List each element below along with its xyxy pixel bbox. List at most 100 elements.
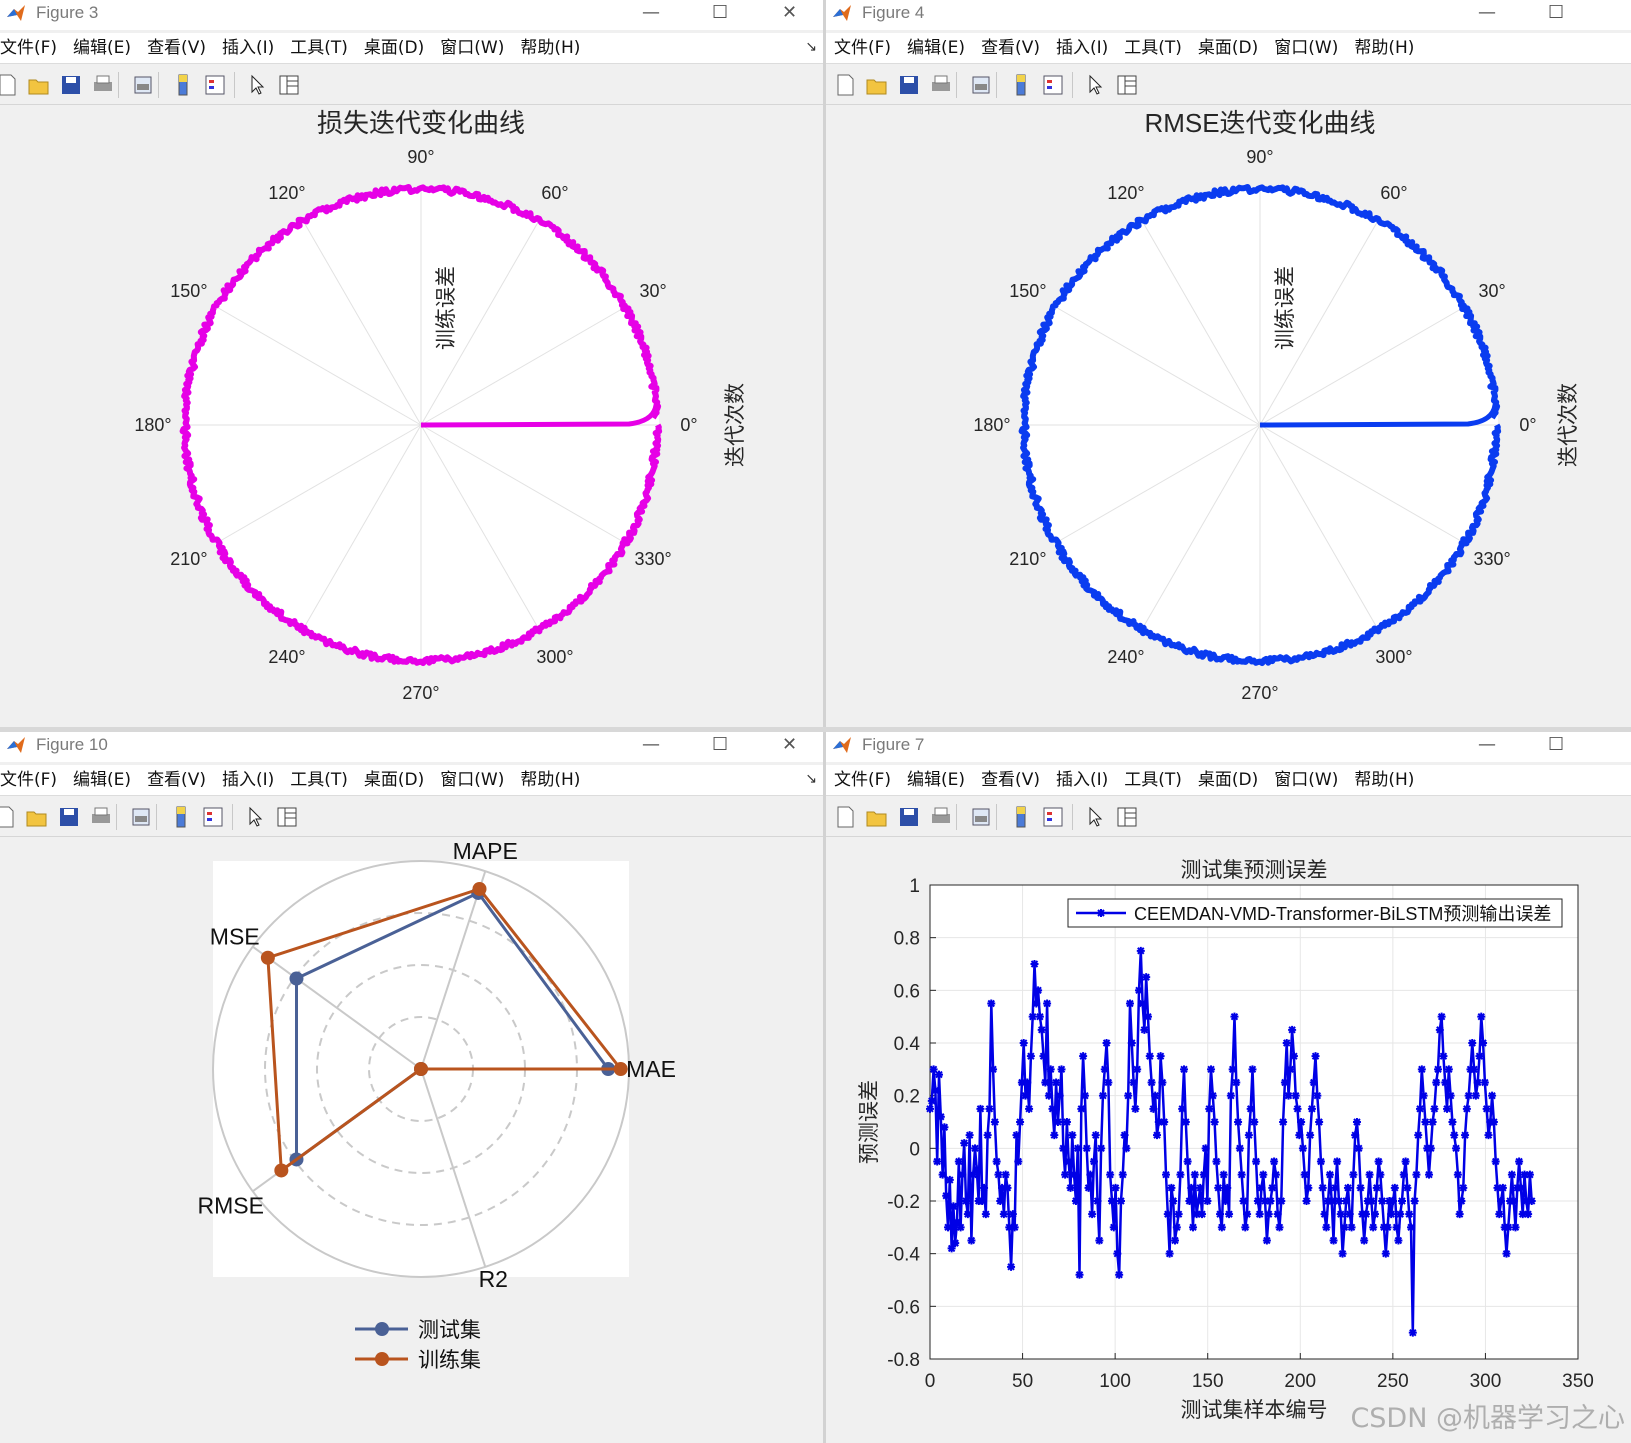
menu-tools[interactable]: 工具(T) [1116, 33, 1190, 63]
title-bar[interactable]: Figure 4 — ☐ [826, 0, 1631, 30]
save-icon[interactable] [896, 72, 922, 98]
maximize-icon[interactable]: ☐ [1548, 734, 1564, 755]
menu-window[interactable]: 窗口(W) [1266, 765, 1346, 795]
menu-window[interactable]: 窗口(W) [432, 33, 512, 63]
new-figure-icon[interactable] [0, 804, 18, 830]
menu-file[interactable]: 文件(F) [826, 33, 899, 63]
menu-view[interactable]: 查看(V) [973, 33, 1048, 63]
edit-plot-arrow-icon[interactable] [242, 804, 268, 830]
error-point [1219, 1170, 1228, 1179]
title-bar[interactable]: Figure 7 — ☐ [826, 732, 1631, 762]
error-point [945, 1175, 954, 1184]
print-preview-icon[interactable] [968, 72, 994, 98]
menu-window[interactable]: 窗口(W) [432, 765, 512, 795]
menu-view[interactable]: 查看(V) [139, 765, 214, 795]
title-bar[interactable]: Figure 10 — ☐ ✕ [0, 732, 823, 762]
maximize-icon[interactable]: ☐ [712, 2, 728, 23]
maximize-icon[interactable]: ☐ [1548, 2, 1564, 23]
open-file-icon[interactable] [24, 804, 50, 830]
open-file-icon[interactable] [864, 72, 890, 98]
legend-icon[interactable] [202, 72, 228, 98]
error-point [1524, 1210, 1533, 1219]
print-icon[interactable] [88, 804, 114, 830]
menu-file[interactable]: 文件(F) [826, 765, 899, 795]
property-inspector-icon[interactable] [1114, 72, 1140, 98]
menu-desktop[interactable]: 桌面(D) [356, 33, 432, 63]
new-figure-icon[interactable] [0, 72, 20, 98]
menu-file[interactable]: 文件(F) [0, 33, 65, 63]
legend-icon[interactable] [1040, 804, 1066, 830]
menu-insert[interactable]: 插入(I) [1048, 33, 1116, 63]
figure-toolbar [0, 66, 823, 105]
open-file-icon[interactable] [26, 72, 52, 98]
menu-window[interactable]: 窗口(W) [1266, 33, 1346, 63]
error-point [1181, 1118, 1190, 1126]
save-icon[interactable] [896, 804, 922, 830]
print-icon[interactable] [90, 72, 116, 98]
menu-desktop[interactable]: 桌面(D) [1190, 765, 1266, 795]
menu-desktop[interactable]: 桌面(D) [1190, 33, 1266, 63]
maximize-icon[interactable]: ☐ [712, 734, 728, 755]
menu-edit[interactable]: 编辑(E) [65, 33, 139, 63]
menu-edit[interactable]: 编辑(E) [65, 765, 139, 795]
menu-file[interactable]: 文件(F) [0, 765, 65, 795]
colorbar-icon[interactable] [1008, 72, 1034, 98]
horizontal-divider[interactable] [0, 727, 1631, 732]
vertical-divider[interactable] [823, 0, 826, 1443]
error-point [1304, 1183, 1313, 1192]
legend-icon[interactable] [1040, 72, 1066, 98]
title-bar[interactable]: Figure 3 — ☐ ✕ [0, 0, 823, 30]
edit-plot-arrow-icon[interactable] [1082, 804, 1108, 830]
minimize-icon[interactable]: — [1478, 734, 1496, 755]
print-icon[interactable] [928, 804, 954, 830]
menu-desktop[interactable]: 桌面(D) [356, 765, 432, 795]
minimize-icon[interactable]: — [642, 2, 660, 23]
print-preview-icon[interactable] [128, 804, 154, 830]
new-figure-icon[interactable] [832, 72, 858, 98]
print-preview-icon[interactable] [968, 804, 994, 830]
dock-arrow-icon[interactable]: ↘ [805, 771, 817, 787]
open-file-icon[interactable] [864, 804, 890, 830]
minimize-icon[interactable]: — [642, 734, 660, 755]
close-icon[interactable]: ✕ [782, 734, 797, 755]
menu-insert[interactable]: 插入(I) [1048, 765, 1116, 795]
menu-help[interactable]: 帮助(H) [1346, 33, 1422, 63]
colorbar-icon[interactable] [168, 804, 194, 830]
error-point [1021, 1091, 1030, 1100]
property-inspector-icon[interactable] [276, 72, 302, 98]
new-figure-icon[interactable] [832, 804, 858, 830]
menu-view[interactable]: 查看(V) [139, 33, 214, 63]
minimize-icon[interactable]: — [1478, 2, 1496, 23]
menu-help[interactable]: 帮助(H) [512, 765, 588, 795]
menu-tools[interactable]: 工具(T) [282, 765, 356, 795]
edit-plot-arrow-icon[interactable] [244, 72, 270, 98]
menu-tools[interactable]: 工具(T) [282, 33, 356, 63]
edit-plot-arrow-icon[interactable] [1082, 72, 1108, 98]
property-inspector-icon[interactable] [274, 804, 300, 830]
save-icon[interactable] [58, 72, 84, 98]
error-point [1383, 1223, 1392, 1232]
menu-edit[interactable]: 编辑(E) [899, 33, 973, 63]
menu-insert[interactable]: 插入(I) [214, 765, 282, 795]
print-icon[interactable] [928, 72, 954, 98]
menu-insert[interactable]: 插入(I) [214, 33, 282, 63]
error-point [1396, 1210, 1405, 1219]
colorbar-icon[interactable] [170, 72, 196, 98]
print-preview-icon[interactable] [130, 72, 156, 98]
menu-tools[interactable]: 工具(T) [1116, 765, 1190, 795]
toolbar-separator [116, 804, 117, 830]
menu-edit[interactable]: 编辑(E) [899, 765, 973, 795]
menu-help[interactable]: 帮助(H) [512, 33, 588, 63]
dock-arrow-icon[interactable]: ↘ [805, 39, 817, 55]
legend-icon[interactable] [200, 804, 226, 830]
error-point [1010, 1223, 1019, 1232]
close-icon[interactable]: ✕ [782, 2, 797, 23]
property-inspector-icon[interactable] [1114, 804, 1140, 830]
menu-view[interactable]: 查看(V) [973, 765, 1048, 795]
error-point [949, 1202, 958, 1211]
colorbar-icon[interactable] [1008, 804, 1034, 830]
error-point [1325, 1170, 1334, 1179]
error-point [1399, 1170, 1408, 1179]
menu-help[interactable]: 帮助(H) [1346, 765, 1422, 795]
save-icon[interactable] [56, 804, 82, 830]
